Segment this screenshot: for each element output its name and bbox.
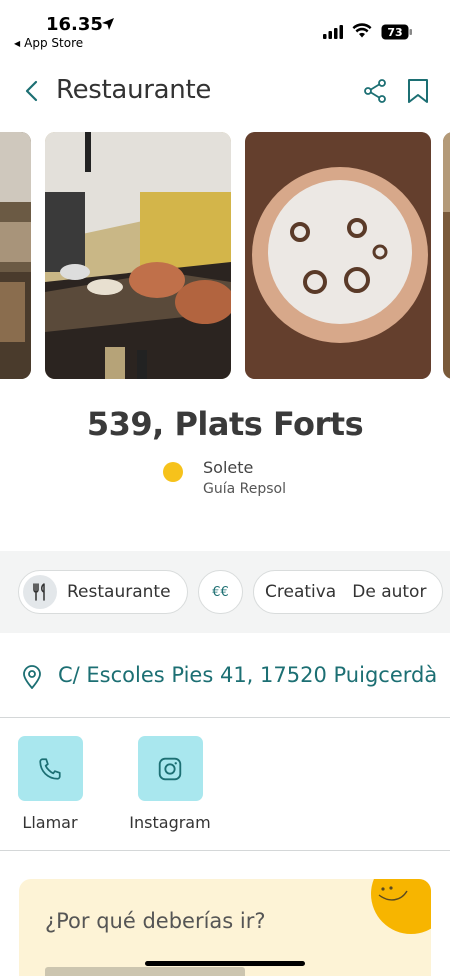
page-title: Restaurante xyxy=(56,75,212,105)
restaurant-name: 539, Plats Forts xyxy=(86,405,364,443)
home-indicator[interactable] xyxy=(145,961,305,966)
gallery-photo[interactable] xyxy=(245,132,431,379)
cuisine-label-2: De autor xyxy=(352,582,427,602)
award-badge: Solete Guía Repsol xyxy=(163,458,286,497)
cutlery-icon xyxy=(23,575,57,609)
call-label: Llamar xyxy=(22,813,78,832)
gallery-photo[interactable] xyxy=(443,132,450,379)
status-bar: 16.35 ◀ App Store 73 xyxy=(0,0,450,54)
cellular-signal-icon xyxy=(323,25,343,39)
battery-level: 73 xyxy=(387,26,402,39)
share-icon[interactable] xyxy=(362,78,388,104)
phone-icon xyxy=(39,757,61,780)
chevron-left-icon[interactable] xyxy=(22,78,42,104)
instagram-button[interactable] xyxy=(137,736,203,801)
chip-restaurant-type[interactable]: Restaurante xyxy=(18,570,188,614)
award-title: Solete xyxy=(203,458,254,477)
location-pin-icon xyxy=(23,665,41,689)
bookmark-icon[interactable] xyxy=(406,78,430,104)
call-action[interactable]: Llamar xyxy=(17,736,83,832)
cuisine-label-1: Creativa xyxy=(265,582,337,602)
status-time: 16.35 xyxy=(46,14,103,35)
instagram-action[interactable]: Instagram xyxy=(119,736,221,832)
divider xyxy=(0,850,450,851)
location-arrow-icon xyxy=(102,18,114,30)
award-text: Solete Guía Repsol xyxy=(203,458,286,497)
back-triangle-icon: ◀ xyxy=(14,38,21,48)
address-text[interactable]: C/ Escoles Pies 41, 17520 Puigcerdà xyxy=(58,663,443,687)
category-strip: Restaurante €€ Creativa De autor xyxy=(0,551,450,633)
photo-gallery[interactable] xyxy=(0,132,450,380)
divider xyxy=(0,717,450,718)
call-button[interactable] xyxy=(17,736,83,801)
gallery-photo[interactable] xyxy=(45,132,231,379)
nav-bar: Restaurante xyxy=(0,68,450,114)
wifi-icon xyxy=(352,23,372,38)
battery-icon: 73 xyxy=(381,24,412,40)
chip-restaurant-label: Restaurante xyxy=(67,582,171,602)
chip-cuisine[interactable]: Creativa De autor xyxy=(253,570,443,614)
instagram-icon xyxy=(158,757,182,780)
back-app-label: App Store xyxy=(24,36,84,50)
award-source: Guía Repsol xyxy=(203,481,286,497)
why-go-text-preview xyxy=(45,967,245,976)
gallery-photo[interactable] xyxy=(0,132,31,379)
why-go-title: ¿Por qué deberías ir? xyxy=(45,909,266,933)
instagram-label: Instagram xyxy=(129,813,211,832)
back-to-app-link[interactable]: ◀ App Store xyxy=(14,36,83,50)
solete-sun-icon xyxy=(163,462,183,482)
sun-blob-icon xyxy=(371,879,431,934)
address-row[interactable]: C/ Escoles Pies 41, 17520 Puigcerdà xyxy=(0,651,450,703)
chip-price-range[interactable]: €€ xyxy=(198,570,243,614)
